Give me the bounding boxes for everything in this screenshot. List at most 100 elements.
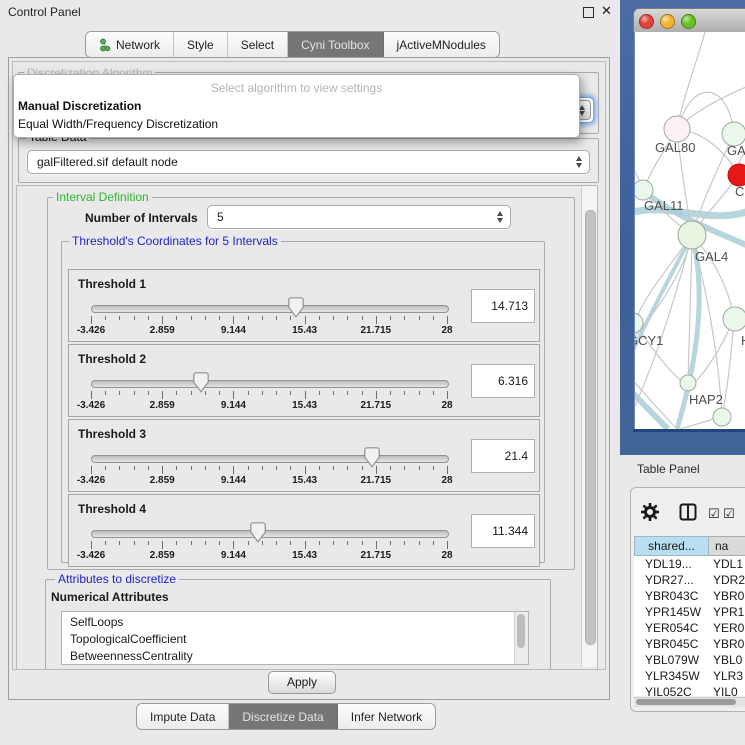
network-window-titlebar[interactable] [633,8,745,33]
dropdown-placeholder[interactable]: Select algorithm to view settings [14,75,579,97]
settings-scrollbar-thumb[interactable] [585,210,596,645]
close-icon[interactable]: ✕ [601,3,612,19]
tab-network[interactable]: Network [86,32,174,57]
network-node-h[interactable] [723,307,745,331]
threshold-value-field[interactable]: 6.316 [471,364,535,398]
table-row[interactable]: YBL079WYBL0 [634,652,745,668]
attribute-list-item[interactable]: BetweennessCentrality [62,648,528,665]
tick-mark [333,316,334,320]
network-edge[interactable] [677,32,705,129]
threshold-value-field[interactable]: 11.344 [471,514,535,548]
table-row[interactable]: YBR045CYBR0 [634,636,745,652]
table-row[interactable]: YIL052CYIL0 [634,684,745,696]
list-scrollbar-thumb[interactable] [517,614,525,648]
network-node-gal11[interactable] [635,180,653,200]
network-node[interactable] [713,408,731,426]
network-node-hap2[interactable] [680,375,696,391]
tick-mark [119,466,120,470]
network-icon [99,38,111,52]
attribute-list-item[interactable]: SelfLoops [62,614,528,631]
tick-mark [362,541,363,545]
table-row[interactable]: YLR345WYLR3 [634,668,745,684]
bottom-tab-infer-network[interactable]: Infer Network [338,704,435,729]
network-node-c[interactable] [728,164,745,186]
threshold-value-field[interactable]: 14.713 [471,289,535,323]
threshold-slider-thumb[interactable] [288,297,304,318]
threshold-value-field[interactable]: 21.4 [471,439,535,473]
gear-icon[interactable] [641,503,659,521]
threshold-slider-thumb[interactable] [364,447,380,468]
table-row[interactable]: YER054CYER0 [634,620,745,636]
checkbox-icon[interactable]: ☑ [723,506,735,522]
tab-label: jActiveMNodules [397,38,486,52]
network-canvas[interactable]: GAL80GACGAL11GAL4GCY1HHAP2 [634,32,745,429]
network-node-gal4[interactable] [678,221,706,249]
table-hscrollbar-thumb[interactable] [636,699,736,705]
threshold-slider-thumb[interactable] [250,522,266,543]
threshold-label: Threshold 4 [78,502,146,516]
tick-mark [162,316,163,324]
table-row[interactable]: YBR043CYBR0 [634,588,745,604]
tick-mark [205,316,206,320]
algorithm-option[interactable]: Equal Width/Frequency Discretization [14,115,579,133]
checkbox-icon[interactable]: ☑ [708,506,720,522]
tick-mark [248,466,249,470]
tick-mark [404,391,405,395]
num-intervals-combobox[interactable]: 5 [207,205,511,229]
column-header-shared-name[interactable]: shared... [634,536,709,556]
tick-mark [276,466,277,470]
threshold-panel: Threshold 1-3.4262.8599.14415.4321.71528… [68,269,540,342]
table-row[interactable]: YDL19...YDL1 [634,556,745,572]
tab-style[interactable]: Style [174,32,228,57]
attribute-list-item[interactable]: TopologicalCoefficient [62,631,528,648]
tick-mark [390,466,391,470]
split-columns-icon[interactable] [679,503,697,521]
bottom-tab-impute-data[interactable]: Impute Data [137,704,229,729]
tab-jactivemnodules[interactable]: jActiveMNodules [384,32,499,57]
list-scrollbar[interactable] [514,612,528,664]
threshold-slider-thumb[interactable] [193,372,209,393]
tick-mark [176,391,177,395]
cell-shared-name: YLR345W [634,668,709,684]
tick-label: 2.859 [150,325,175,336]
table-data-combobox[interactable]: galFiltered.sif default node [27,150,590,174]
tick-label: 28 [441,325,452,336]
tick-mark [176,541,177,545]
tick-label: 9.144 [221,475,246,486]
slider-ticks [91,391,447,400]
numerical-attributes-list[interactable]: SelfLoopsTopologicalCoefficientBetweenne… [61,611,529,665]
float-window-icon[interactable] [583,7,594,18]
tab-cyni-toolbox[interactable]: Cyni Toolbox [288,32,383,57]
threshold-slider-track[interactable] [91,305,449,313]
tick-mark [162,466,163,474]
cell-shared-name: YBR043C [634,588,709,604]
network-edge[interactable] [635,390,668,429]
apply-button[interactable]: Apply [268,671,336,694]
tick-mark [134,466,135,470]
algorithm-option[interactable]: Manual Discretization [14,97,579,115]
mac-minimize-icon[interactable] [660,14,675,29]
tick-mark [248,316,249,320]
tick-mark [191,541,192,545]
tab-select[interactable]: Select [228,32,288,57]
tick-label: 28 [441,550,452,561]
tick-mark [205,541,206,545]
mac-zoom-icon[interactable] [681,14,696,29]
tick-label: 15.43 [292,550,317,561]
table-row[interactable]: YDR27...YDR2 [634,572,745,588]
threshold-slider-track[interactable] [91,530,449,538]
tick-mark [205,466,206,470]
threshold-slider-track[interactable] [91,380,449,388]
column-header-name[interactable]: na [709,536,745,556]
threshold-label: Threshold 1 [78,277,146,291]
table-row[interactable]: YPR145WYPR1 [634,604,745,620]
bottom-tab-discretize-data[interactable]: Discretize Data [229,704,337,729]
mac-close-icon[interactable] [639,14,654,29]
tick-label: -3.426 [77,550,105,561]
numerical-attributes-label: Numerical Attributes [51,590,169,604]
settings-scrollbar[interactable] [581,186,597,667]
table-hscrollbar[interactable] [634,697,745,707]
tick-mark [362,391,363,395]
threshold-slider-track[interactable] [91,455,449,463]
network-node-gal80[interactable] [664,116,690,142]
